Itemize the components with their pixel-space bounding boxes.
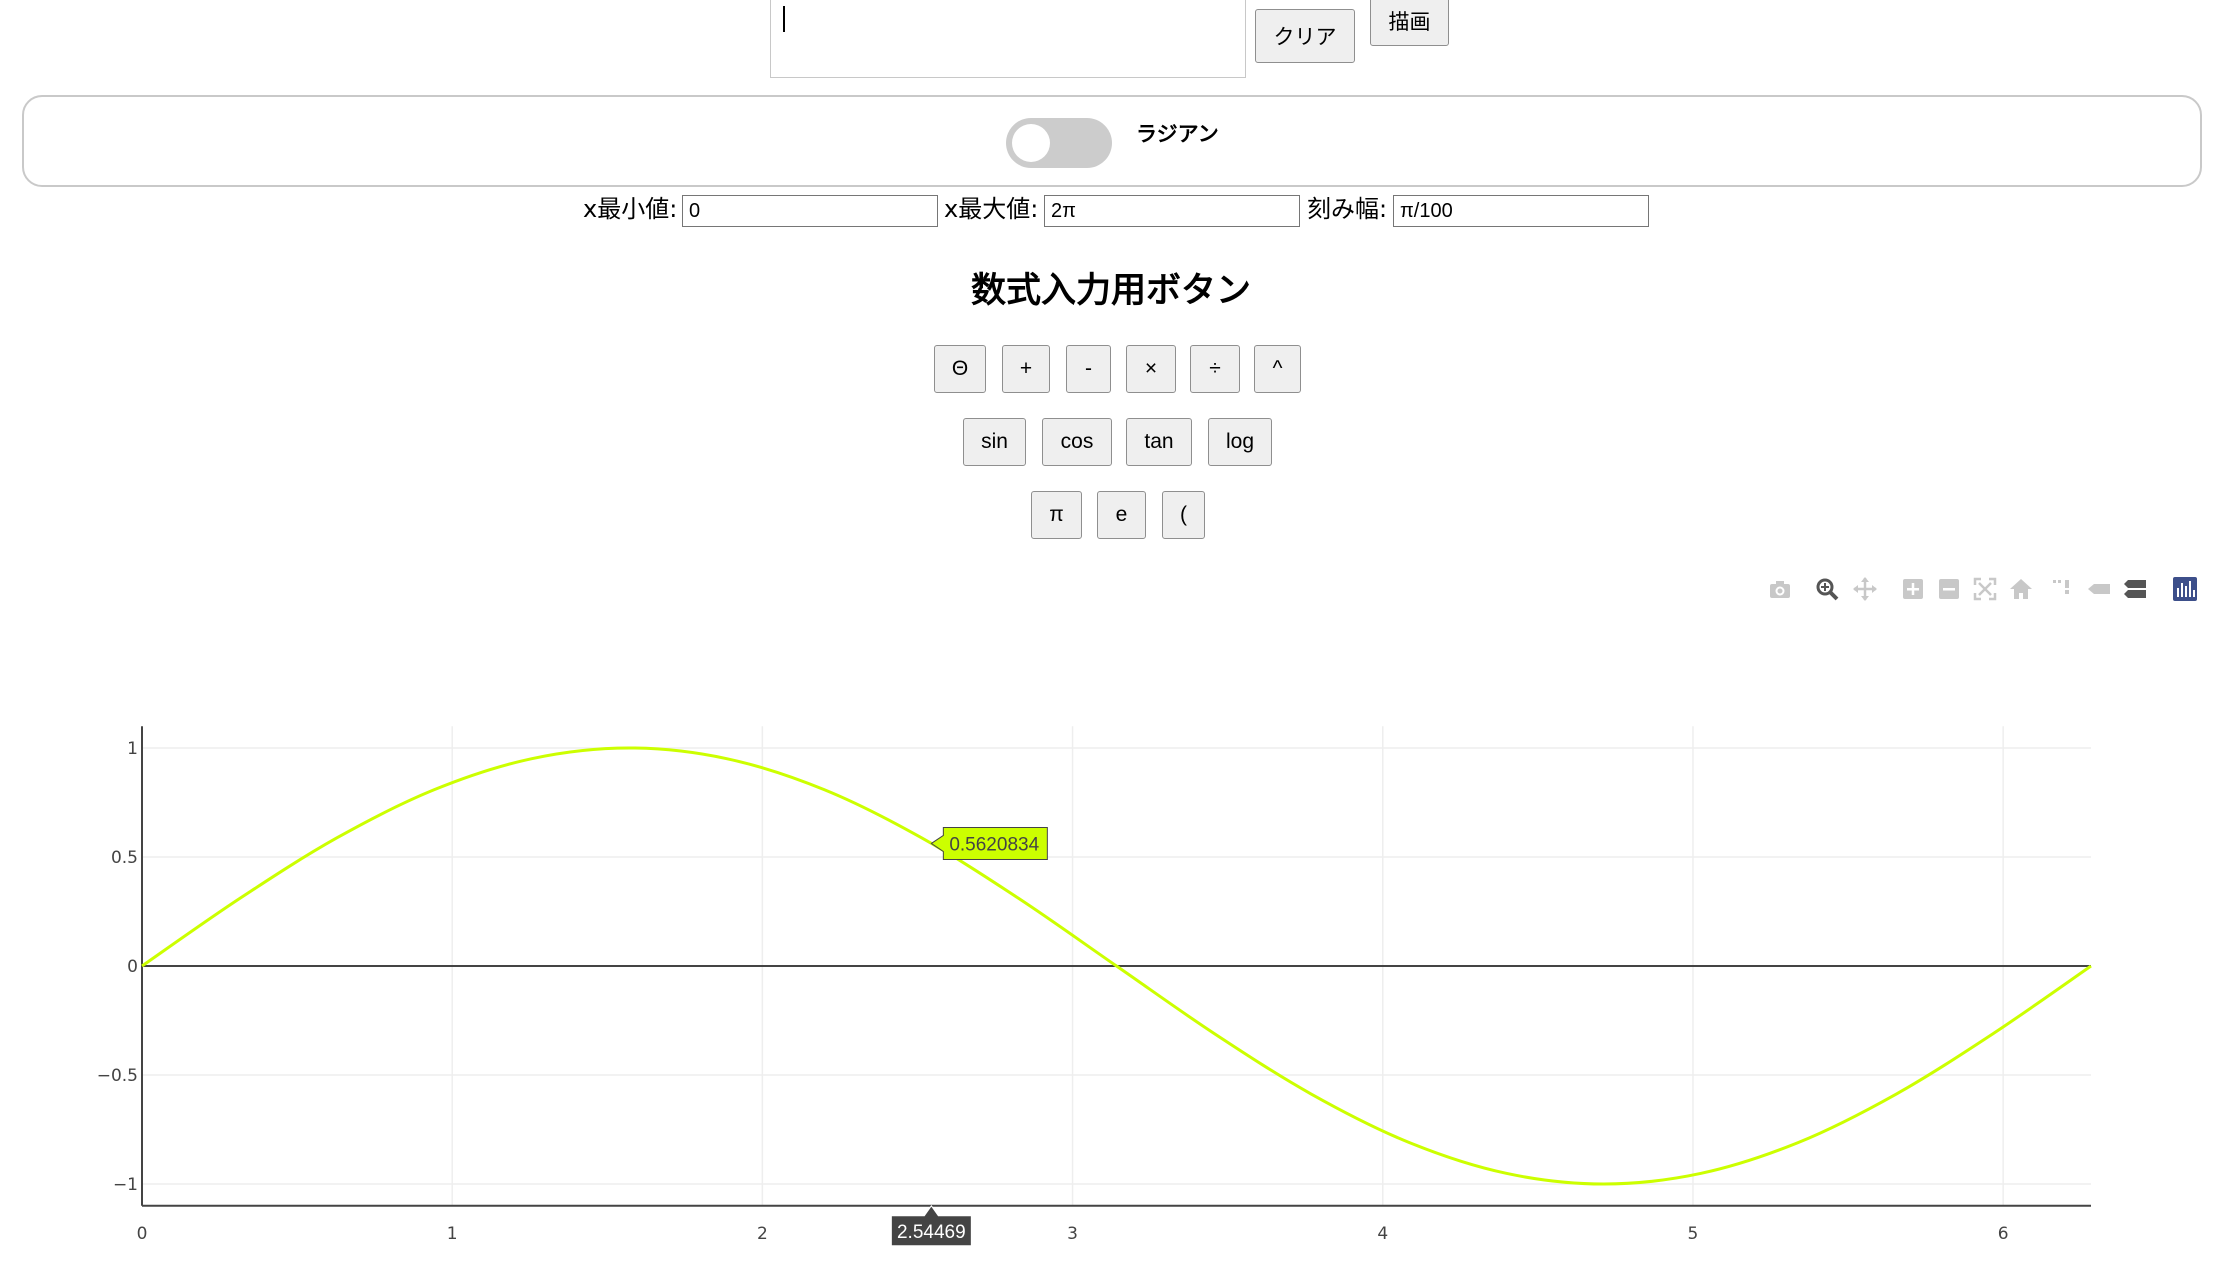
y-tick-label: 0	[127, 957, 138, 977]
xmin-label: x最小値:	[583, 195, 678, 223]
x-tick-label: 0	[137, 1224, 148, 1244]
autoscale-icon[interactable]	[1972, 576, 1998, 602]
y-tick-label: 1	[127, 739, 138, 759]
y-tick-label: 0.5	[111, 848, 138, 868]
key-multiply[interactable]: ×	[1126, 345, 1176, 393]
key-plus[interactable]: +	[1002, 345, 1050, 393]
key-theta[interactable]: Θ	[934, 345, 986, 393]
key-power[interactable]: ^	[1254, 345, 1301, 393]
hover-compare-icon[interactable]	[2122, 576, 2148, 602]
x-hover-label-text: 2.54469	[897, 1222, 966, 1243]
key-pi[interactable]: π	[1031, 491, 1082, 539]
draw-button[interactable]: 描画	[1370, 0, 1449, 46]
clear-button[interactable]: クリア	[1255, 9, 1355, 63]
x-tick-label: 1	[447, 1224, 458, 1244]
x-tick-label: 5	[1688, 1224, 1699, 1244]
y-hover-label-text: 0.5620834	[949, 834, 1039, 855]
step-input[interactable]	[1393, 195, 1649, 227]
x-tick-label: 3	[1067, 1224, 1078, 1244]
reset-axes-icon[interactable]	[2008, 576, 2034, 602]
y-tick-label: −0.5	[97, 1066, 138, 1086]
zoom-icon[interactable]	[1814, 576, 1840, 602]
function-plot[interactable]: 1 0.5 0 −0.5 −1 0 1 2 3 4 5 6 0.5620834 2.54469	[0, 0, 2222, 1278]
key-divide[interactable]: ÷	[1190, 345, 1240, 393]
xmax-input[interactable]	[1044, 195, 1300, 227]
key-sin[interactable]: sin	[963, 418, 1026, 466]
pan-icon[interactable]	[1852, 576, 1878, 602]
y-tick-label: −1	[113, 1175, 138, 1195]
key-cos[interactable]: cos	[1042, 418, 1112, 466]
toggle-knob	[1012, 124, 1050, 162]
keypad-title: 数式入力用ボタン	[970, 271, 1251, 311]
hover-closest-icon[interactable]	[2086, 576, 2112, 602]
radian-label: ラジアン	[1136, 122, 1219, 146]
hover-labels: 0.5620834 2.54469	[890, 826, 1048, 1247]
zoom-out-icon[interactable]	[1936, 576, 1962, 602]
key-tan[interactable]: tan	[1126, 418, 1192, 466]
x-tick-label: 6	[1998, 1224, 2009, 1244]
formula-input[interactable]	[770, 0, 1246, 78]
spike-lines-icon[interactable]	[2050, 576, 2076, 602]
x-tick-label: 2	[757, 1224, 768, 1244]
page: クリア 描画 ラジアン x最小値: x最大値: 刻み幅: 数式入力用ボタン Θ …	[0, 0, 2222, 1278]
key-minus[interactable]: -	[1066, 345, 1111, 393]
camera-icon[interactable]	[1767, 576, 1793, 602]
zoom-in-icon[interactable]	[1900, 576, 1926, 602]
x-tick-label: 4	[1377, 1224, 1388, 1244]
xmin-input[interactable]	[682, 195, 938, 227]
xmax-label: x最大値:	[944, 195, 1039, 223]
text-caret	[783, 6, 785, 32]
key-e[interactable]: e	[1097, 491, 1146, 539]
y-hover-label: 0.5620834	[930, 826, 1048, 860]
step-label: 刻み幅:	[1307, 195, 1388, 223]
key-open-paren[interactable]: (	[1162, 491, 1205, 539]
x-hover-label: 2.54469	[890, 1204, 972, 1247]
key-log[interactable]: log	[1208, 418, 1272, 466]
plotly-logo-icon[interactable]	[2172, 576, 2198, 602]
radian-toggle-panel	[22, 95, 2202, 187]
